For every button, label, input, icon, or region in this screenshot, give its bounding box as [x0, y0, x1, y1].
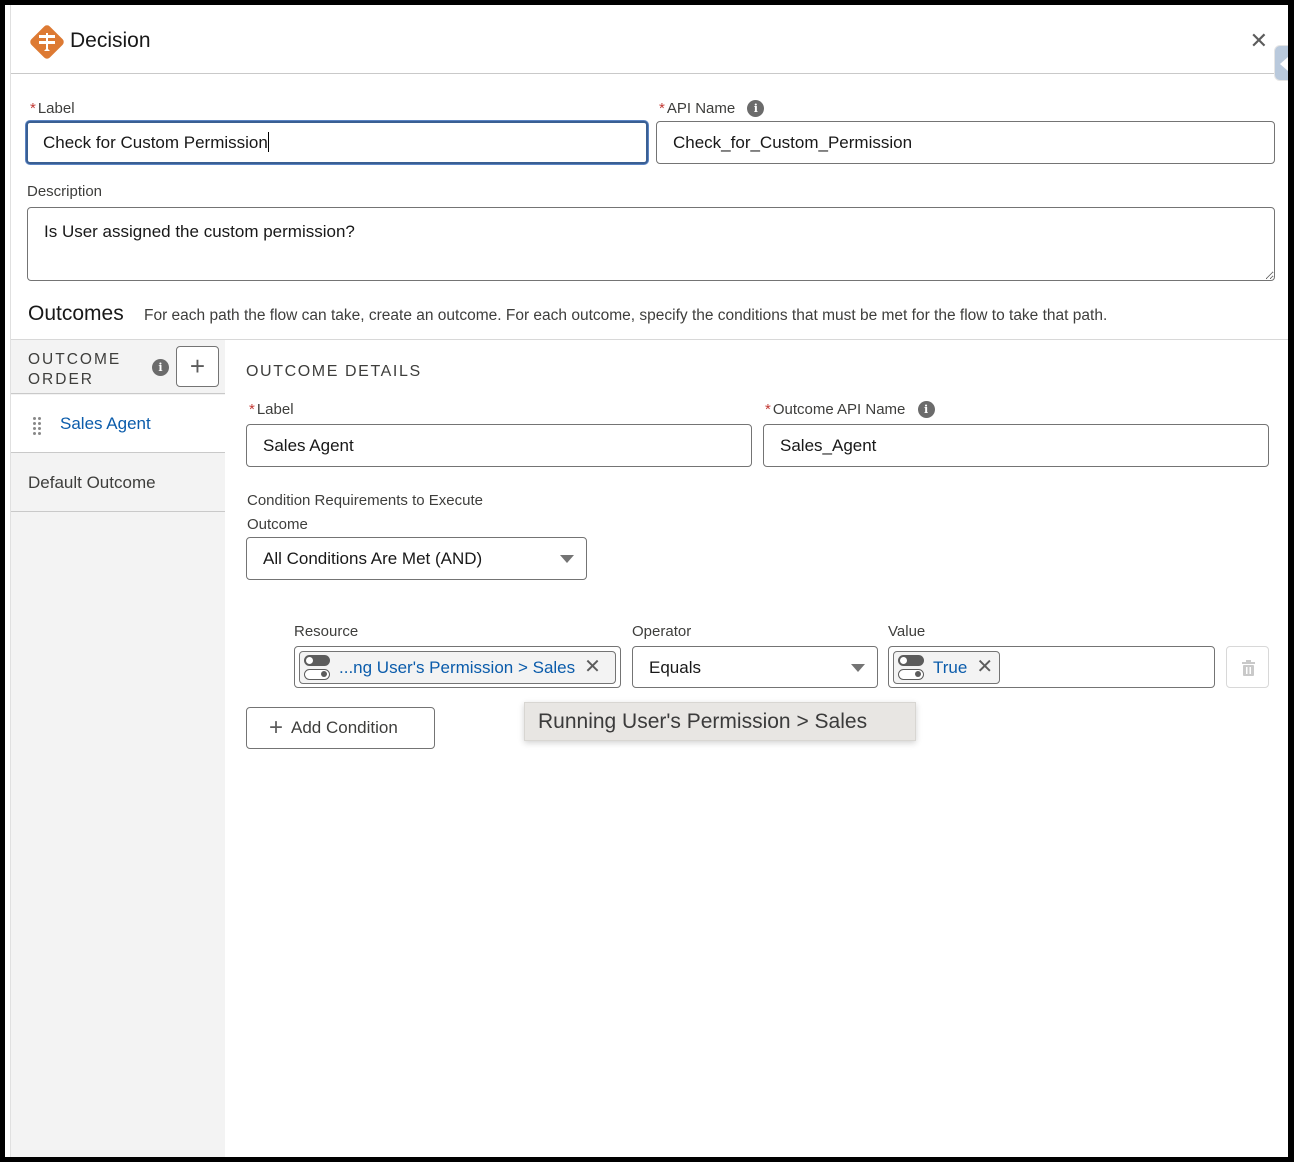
sidebar-item-label: Sales Agent	[60, 414, 151, 433]
remove-icon[interactable]: ✕	[976, 647, 993, 688]
api-name-field-label: * API Name i	[659, 100, 765, 117]
operator-select[interactable]: Equals	[632, 646, 878, 688]
resource-combobox[interactable]: ...ng User's Permission > Sales ✕	[294, 646, 621, 688]
plus-icon: +	[269, 714, 284, 741]
api-name-input[interactable]: Check_for_Custom_Permission	[656, 121, 1275, 164]
required-asterisk: *	[659, 100, 665, 117]
description-label: Description	[27, 183, 103, 200]
sidebar-item-sales-agent[interactable]: Sales Agent	[11, 395, 225, 453]
info-icon[interactable]: i	[152, 359, 169, 376]
chevron-down-icon	[851, 664, 865, 672]
label-field-label: * Label	[30, 100, 75, 117]
operator-label: Operator	[632, 623, 692, 640]
close-icon[interactable]: ✕	[1250, 30, 1268, 52]
resource-label: Resource	[294, 623, 359, 640]
resource-tooltip: Running User's Permission > Sales	[524, 702, 916, 741]
decision-signpost-icon	[30, 25, 64, 59]
label-input[interactable]: Check for Custom Permission	[26, 121, 648, 164]
delete-condition-button[interactable]	[1226, 646, 1269, 688]
boolean-toggle-icon	[304, 654, 332, 681]
outcomes-title: Outcomes	[28, 302, 124, 325]
panel-collapse-tab[interactable]	[1274, 45, 1288, 81]
outcome-label-field-label: * Label	[249, 401, 294, 418]
value-label: Value	[888, 623, 926, 640]
modal-title: Decision	[70, 29, 151, 52]
text-cursor	[267, 132, 269, 152]
resource-pill[interactable]: ...ng User's Permission > Sales ✕	[299, 651, 616, 684]
modal-header: Decision ✕	[11, 5, 1288, 74]
condition-requirements-select[interactable]: All Conditions Are Met (AND)	[246, 537, 587, 580]
resource-pill-label: ...ng User's Permission > Sales	[339, 658, 576, 677]
boolean-toggle-icon	[898, 654, 926, 681]
outcomes-help-text: For each path the flow can take, create …	[144, 307, 1108, 324]
info-icon[interactable]: i	[747, 100, 765, 117]
outcome-api-name-field-label: * Outcome API Name i	[765, 401, 935, 418]
condition-requirements-label: Condition Requirements to Execute Outcom…	[247, 492, 483, 533]
sidebar-item-default-outcome[interactable]: Default Outcome	[11, 454, 225, 512]
outcome-details-title: OUTCOME DETAILS	[246, 363, 422, 380]
outcome-api-name-input[interactable]: Sales_Agent	[763, 424, 1269, 467]
sidebar-item-label: Default Outcome	[28, 473, 156, 492]
drag-handle-icon[interactable]	[33, 417, 43, 435]
required-asterisk: *	[765, 401, 771, 418]
required-asterisk: *	[249, 401, 255, 418]
outcome-order-heading: OUTCOME ORDER	[28, 351, 122, 388]
value-combobox[interactable]: True ✕	[888, 646, 1215, 688]
info-icon[interactable]: i	[917, 401, 935, 418]
outcome-label-input[interactable]: Sales Agent	[246, 424, 752, 467]
chevron-down-icon	[560, 555, 574, 563]
add-condition-button[interactable]: + Add Condition	[246, 707, 435, 749]
decision-modal: Decision ✕ * Label Check for Custom Permi…	[5, 5, 1288, 1157]
value-pill[interactable]: True ✕	[893, 651, 1001, 684]
remove-icon[interactable]: ✕	[584, 647, 601, 688]
outcome-order-header: OUTCOME ORDER i +	[11, 340, 225, 394]
add-outcome-button[interactable]: +	[176, 346, 219, 387]
outcome-order-sidebar: OUTCOME ORDER i + Sales Agent Default Ou…	[11, 340, 225, 1157]
value-pill-label: True	[933, 658, 968, 677]
description-textarea[interactable]: Is User assigned the custom permission?	[27, 207, 1275, 281]
required-asterisk: *	[30, 100, 36, 117]
trash-icon	[1242, 660, 1255, 676]
